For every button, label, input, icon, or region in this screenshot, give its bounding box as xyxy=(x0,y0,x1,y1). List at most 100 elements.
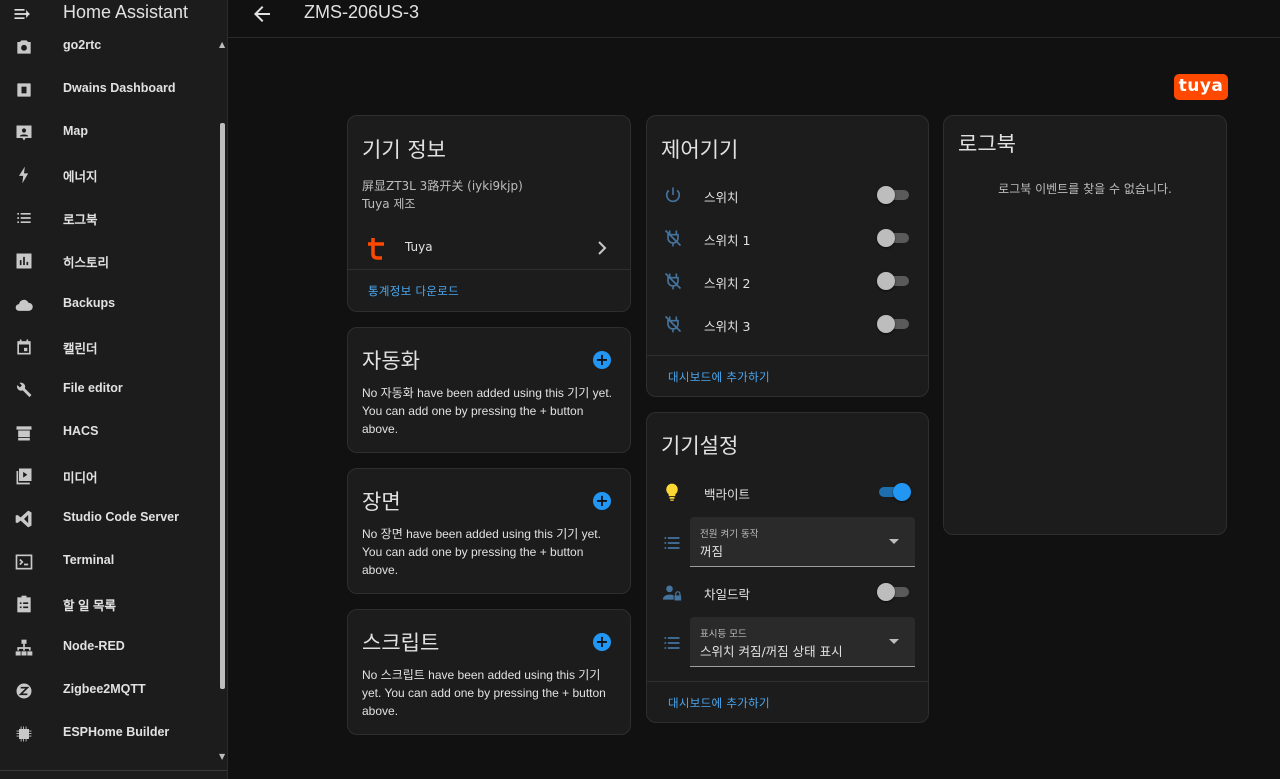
switch-2-toggle[interactable] xyxy=(877,271,911,291)
chip-icon xyxy=(14,724,34,744)
terminal-icon xyxy=(14,552,34,572)
power-plug-off-icon xyxy=(663,271,683,291)
add-to-dashboard-link[interactable]: 대시보드에 추가하기 xyxy=(668,695,770,711)
sidebar-item-history[interactable]: 히스토리 xyxy=(0,243,218,279)
sidebar-item-node-red[interactable]: Node-RED xyxy=(0,630,218,666)
switch-label[interactable]: 스위치 xyxy=(704,187,739,206)
sidebar-item-esphome[interactable]: ESPHome Builder xyxy=(0,716,218,752)
switch-2-label[interactable]: 스위치 2 xyxy=(704,273,750,292)
card-divider xyxy=(348,269,630,270)
card-title: 스크립트 xyxy=(362,631,440,655)
card-divider xyxy=(647,355,928,356)
script-empty-text: No 스크립트 have been added using this 기기 ye… xyxy=(362,668,606,718)
add-scene-button[interactable]: + xyxy=(593,492,611,510)
add-automation-button[interactable]: + xyxy=(593,351,611,369)
sidebar-item-label: Studio Code Server xyxy=(63,510,179,524)
sidebar-item-map[interactable]: Map xyxy=(0,115,218,151)
list-icon xyxy=(662,633,682,653)
sidebar-item-zigbee2mqtt[interactable]: Zigbee2MQTT xyxy=(0,673,218,709)
calendar-icon xyxy=(14,337,34,357)
switch-toggle[interactable] xyxy=(877,185,911,205)
power-plug-off-icon xyxy=(663,314,683,334)
sidebar-item-label: File editor xyxy=(63,381,123,395)
card-divider xyxy=(647,681,928,682)
select-label: 표시등 모드 xyxy=(700,629,747,640)
sidebar-item-go2rtc[interactable]: go2rtc xyxy=(0,29,218,65)
media-icon xyxy=(14,466,34,486)
sidebar-scrollbar-thumb[interactable] xyxy=(220,123,225,689)
sidebar-item-label: Dwains Dashboard xyxy=(63,81,176,95)
logbook-icon xyxy=(14,208,34,228)
sidebar-divider xyxy=(0,770,227,771)
logbook-empty-text: 로그북 이벤트를 찾을 수 없습니다. xyxy=(998,182,1172,196)
menu-icon[interactable] xyxy=(12,4,36,24)
camera-icon xyxy=(14,37,34,57)
sidebar-item-label: 로그북 xyxy=(63,213,98,227)
card-title: 자동화 xyxy=(362,349,420,373)
sidebar-item-label: Terminal xyxy=(63,553,115,567)
card-title: 기기 정보 xyxy=(362,138,446,162)
wrench-icon xyxy=(14,380,34,400)
top-bar: ZMS-206US-3 xyxy=(228,0,1280,38)
sidebar-item-dwains-dashboard[interactable]: Dwains Dashboard xyxy=(0,72,218,108)
back-arrow-icon[interactable] xyxy=(250,2,274,26)
add-script-button[interactable]: + xyxy=(593,633,611,651)
sidebar-item-label: Node-RED xyxy=(63,639,125,653)
select-value: 스위치 켜짐/꺼짐 상태 표시 xyxy=(700,644,843,659)
switch-1-toggle[interactable] xyxy=(877,228,911,248)
sidebar-item-media[interactable]: 미디어 xyxy=(0,458,218,494)
tuya-logo: tuya xyxy=(1174,74,1228,100)
cloud-icon xyxy=(14,295,34,315)
lightbulb-icon xyxy=(662,482,682,502)
sidebar-item-label: 에너지 xyxy=(63,170,98,184)
map-icon xyxy=(14,123,34,143)
sidebar-item-logbook[interactable]: 로그북 xyxy=(0,200,218,236)
integration-link[interactable]: Tuya xyxy=(405,240,433,254)
power-icon xyxy=(663,185,683,205)
hacs-icon xyxy=(14,423,34,443)
dropdown-arrow-icon xyxy=(889,539,899,544)
backlight-label[interactable]: 백라이트 xyxy=(704,484,750,503)
list-icon xyxy=(662,533,682,553)
add-to-dashboard-link[interactable]: 대시보드에 추가하기 xyxy=(668,369,770,385)
sidebar-item-hacs[interactable]: HACS xyxy=(0,415,218,451)
sidebar-item-label: 미디어 xyxy=(63,471,98,485)
sidebar-item-calendar[interactable]: 캘린더 xyxy=(0,329,218,365)
switch-3-label[interactable]: 스위치 3 xyxy=(704,316,750,335)
card-title: 로그북 xyxy=(958,132,1016,156)
sidebar-item-label: go2rtc xyxy=(63,38,102,52)
sidebar-item-label: ESPHome Builder xyxy=(63,725,170,739)
child-lock-toggle[interactable] xyxy=(877,582,911,602)
switch-3-toggle[interactable] xyxy=(877,314,911,334)
sidebar-item-file-editor[interactable]: File editor xyxy=(0,372,218,408)
child-lock-label[interactable]: 차일드락 xyxy=(704,584,750,603)
card-title: 기기설정 xyxy=(661,434,739,458)
tuya-integration-icon xyxy=(366,236,388,260)
scroll-up-icon[interactable]: ▲ xyxy=(219,40,225,49)
sidebar-item-terminal[interactable]: Terminal xyxy=(0,544,218,580)
dropdown-arrow-icon xyxy=(889,639,899,644)
sidebar-item-label: 히스토리 xyxy=(63,256,110,270)
sidebar-item-todo[interactable]: 할 일 목록 xyxy=(0,586,218,622)
device-info-card: 기기 정보 屏显ZT3L 3路开关 (iyki9kjp) Tuya 제조 Tuy… xyxy=(347,115,631,312)
chevron-right-icon[interactable] xyxy=(596,240,608,256)
select-label: 전원 켜기 동작 xyxy=(700,529,759,540)
sidebar-item-studio-code-server[interactable]: Studio Code Server xyxy=(0,501,218,537)
sidebar-item-energy[interactable]: 에너지 xyxy=(0,157,218,193)
power-on-behavior-select[interactable]: 전원 켜기 동작 꺼짐 xyxy=(690,517,915,567)
device-model: 屏显ZT3L 3路开关 (iyki9kjp) xyxy=(362,179,523,193)
sidebar-header: Home Assistant xyxy=(0,0,227,28)
scene-card: 장면 + No 장면 have been added using this 기기… xyxy=(347,468,631,594)
download-stats-link[interactable]: 통계정보 다운로드 xyxy=(368,283,459,299)
clipboard-icon xyxy=(14,594,34,614)
sidebar-item-backups[interactable]: Backups xyxy=(0,287,218,323)
scroll-down-icon[interactable]: ▼ xyxy=(219,752,225,761)
history-icon xyxy=(14,251,34,271)
automation-card: 자동화 + No 자동화 have been added using this … xyxy=(347,327,631,453)
script-card: 스크립트 + No 스크립트 have been added using thi… xyxy=(347,609,631,735)
switch-1-label[interactable]: 스위치 1 xyxy=(704,230,750,249)
sitemap-icon xyxy=(14,638,34,658)
indicator-mode-select[interactable]: 표시등 모드 스위치 켜짐/꺼짐 상태 표시 xyxy=(690,617,915,667)
backlight-toggle[interactable] xyxy=(877,482,911,502)
account-lock-icon xyxy=(662,583,682,603)
